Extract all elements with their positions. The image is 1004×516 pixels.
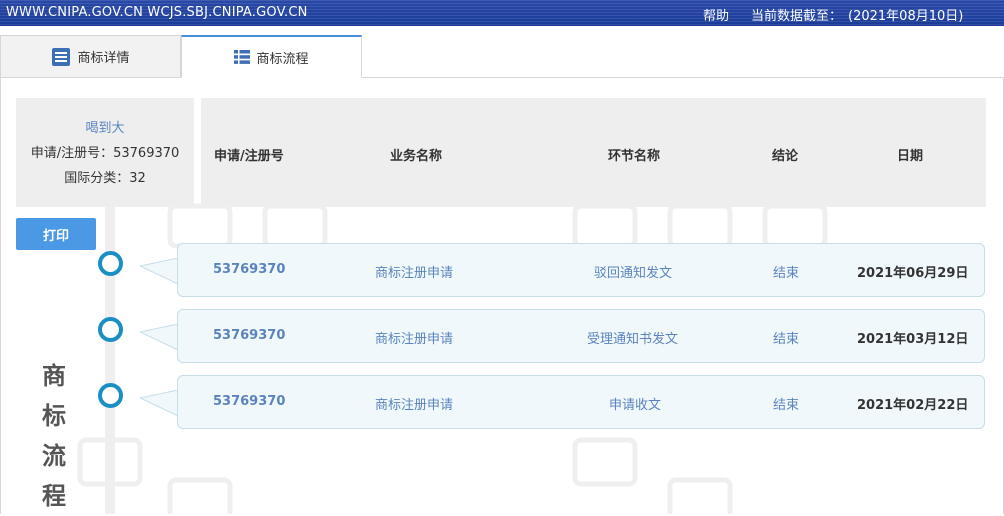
row-business: 商标注册申请 [375,398,454,413]
timeline-dot [98,383,123,408]
timeline-dot [98,317,123,342]
header-date: 日期 [897,149,924,164]
print-button[interactable]: 打印 [16,218,96,250]
header-result: 结论 [772,149,799,164]
row-date: 2021年06月29日 [857,266,969,281]
vertical-label-char: 标 [42,402,66,430]
header-step-name: 环节名称 [608,149,661,164]
vertical-label-char: 程 [42,482,66,510]
table-row[interactable]: 53769370 商标注册申请 驳回通知发文 结束 2021年06月29日 [177,243,985,297]
row-step: 申请收文 [609,398,662,413]
row-date: 2021年02月22日 [857,398,969,413]
header-business-name: 业务名称 [390,149,443,164]
table-header: 申请/注册号 业务名称 环节名称 结论 日期 [201,98,986,207]
row-result: 结束 [773,266,800,281]
row-step: 驳回通知发文 [594,266,673,281]
class-value: 32 [129,171,146,186]
row-step: 受理通知书发文 [587,332,679,347]
table-row[interactable]: 53769370 商标注册申请 申请收文 结束 2021年02月22日 [177,375,985,429]
trademark-info-card: 喝到大 申请/注册号：53769370 国际分类：32 [16,98,194,207]
row-pointer [140,324,180,350]
row-result: 结束 [773,332,800,347]
row-pointer [140,258,180,284]
row-pointer [140,390,180,416]
reg-no-value: 53769370 [113,146,180,161]
vertical-label-char: 商 [42,362,66,390]
row-result: 结束 [773,398,800,413]
vertical-label-char: 流 [42,442,66,470]
row-business: 商标注册申请 [375,332,454,347]
row-date: 2021年03月12日 [857,332,969,347]
table-row[interactable]: 53769370 商标注册申请 受理通知书发文 结束 2021年03月12日 [177,309,985,363]
class-label: 国际分类： [64,171,130,186]
class-line: 国际分类：32 [16,166,194,191]
trademark-name[interactable]: 喝到大 [16,116,194,141]
row-reg-no[interactable]: 53769370 [213,328,285,343]
header-reg-no: 申请/注册号 [214,149,284,164]
vertical-flow-label: 商 标 流 程 [38,356,70,516]
timeline-dot [98,251,123,276]
reg-no-label: 申请/注册号： [30,146,114,161]
row-reg-no[interactable]: 53769370 [213,394,285,409]
row-business: 商标注册申请 [375,266,454,281]
reg-no-line: 申请/注册号：53769370 [16,141,194,166]
row-reg-no[interactable]: 53769370 [213,262,285,277]
